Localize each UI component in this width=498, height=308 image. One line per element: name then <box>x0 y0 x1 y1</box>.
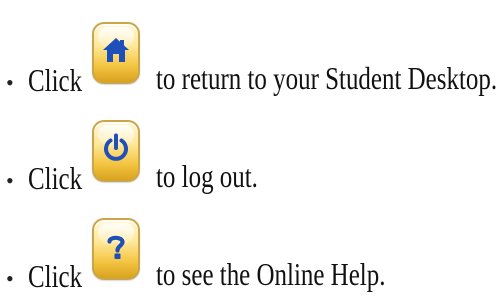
bullet: • <box>6 266 14 291</box>
bullet: • <box>6 70 14 95</box>
click-label: Click <box>28 160 83 196</box>
click-label: Click <box>28 62 83 98</box>
click-label: Click <box>28 258 83 294</box>
help-line-online-help: • Click to see the Online Help. <box>0 218 498 298</box>
help-line-text: to log out. <box>156 158 258 194</box>
bullet: • <box>6 168 14 193</box>
help-line-home: • Click to return to your Student Deskto… <box>0 22 498 102</box>
logout-button[interactable] <box>92 120 140 182</box>
help-line-text: to see the Online Help. <box>156 256 386 292</box>
help-line-text: to return to your Student Desktop. <box>156 60 498 96</box>
home-icon <box>103 38 129 62</box>
help-icon <box>107 235 125 259</box>
help-button[interactable] <box>92 218 140 280</box>
power-icon <box>104 133 128 161</box>
help-line-logout: • Click to log out. <box>0 120 498 200</box>
home-button[interactable] <box>92 22 140 84</box>
